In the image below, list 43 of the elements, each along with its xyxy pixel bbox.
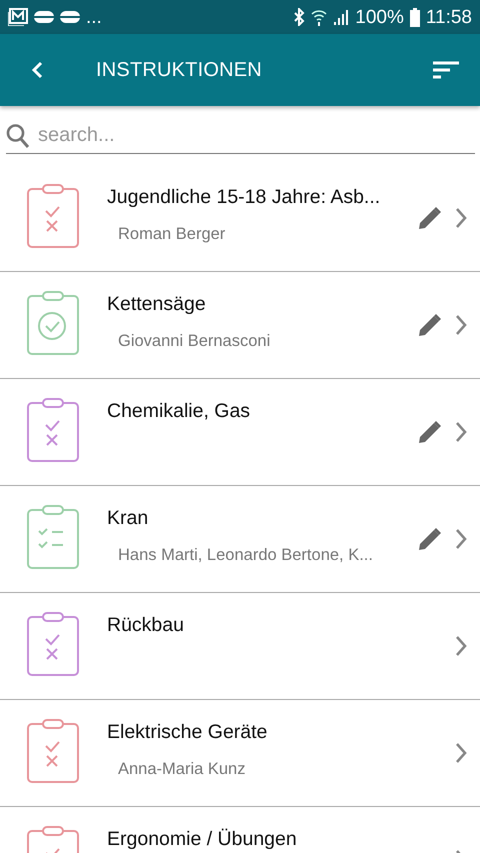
- instruction-row[interactable]: Ergonomie / Übungen: [0, 807, 480, 853]
- bluetooth-icon: [293, 8, 306, 26]
- chevron-right-icon: [455, 421, 467, 443]
- chevron-right-icon: [455, 635, 467, 657]
- instruction-title: Kran: [107, 507, 148, 530]
- edit-icon[interactable]: [419, 528, 441, 550]
- instruction-title: Chemikalie, Gas: [107, 400, 250, 423]
- instruction-row[interactable]: Chemikalie, Gas: [0, 379, 480, 485]
- chevron-right-icon: [455, 314, 467, 336]
- sort-icon: [433, 61, 459, 79]
- chevron-right-icon: [455, 742, 467, 764]
- participants-text: Roman Berger: [118, 225, 226, 244]
- battery-icon: [410, 8, 420, 26]
- edit-icon[interactable]: [419, 421, 441, 443]
- search-icon: [6, 123, 30, 149]
- edit-icon[interactable]: [419, 207, 441, 229]
- participants-text: Hans Marti, Leonardo Bertone, K...: [118, 546, 373, 565]
- instruction-title: Kettensäge: [107, 293, 206, 316]
- pill-icon: [60, 11, 80, 23]
- page-title: INSTRUKTIONEN: [96, 58, 262, 82]
- participants-text: Giovanni Bernasconi: [118, 332, 270, 351]
- instruction-row[interactable]: Rückbau: [0, 593, 480, 699]
- instruction-title: Elektrische Geräte: [107, 721, 268, 744]
- instruction-row[interactable]: Kran Hans Marti, Leonardo Bertone, K...: [0, 486, 480, 592]
- more-notifications: ...: [86, 8, 102, 26]
- wifi-icon: [311, 8, 328, 26]
- battery-percentage: 100%: [355, 8, 404, 26]
- chevron-left-icon: [31, 61, 43, 79]
- signal-icon: [333, 9, 350, 25]
- pill-icon: [34, 11, 54, 23]
- instruction-row[interactable]: Elektrische Geräte Anna-Maria Kunz: [0, 700, 480, 806]
- participants-text: Anna-Maria Kunz: [118, 760, 246, 779]
- clock-time: 11:58: [426, 8, 472, 26]
- instruction-title: Ergonomie / Übungen: [107, 828, 297, 851]
- edit-icon[interactable]: [419, 314, 441, 336]
- chevron-right-icon: [455, 528, 467, 550]
- instruction-row[interactable]: Jugendliche 15-18 Jahre: Asb... Roman Berger: [0, 165, 480, 271]
- instruction-title: Rückbau: [107, 614, 184, 637]
- mail-notification-icon: [8, 8, 28, 26]
- instruction-title: Jugendliche 15-18 Jahre: Asb...: [107, 186, 380, 209]
- search-field[interactable]: search...: [6, 118, 475, 154]
- chevron-right-icon: [455, 207, 467, 229]
- instruction-row[interactable]: Kettensäge Giovanni Bernasconi: [0, 272, 480, 378]
